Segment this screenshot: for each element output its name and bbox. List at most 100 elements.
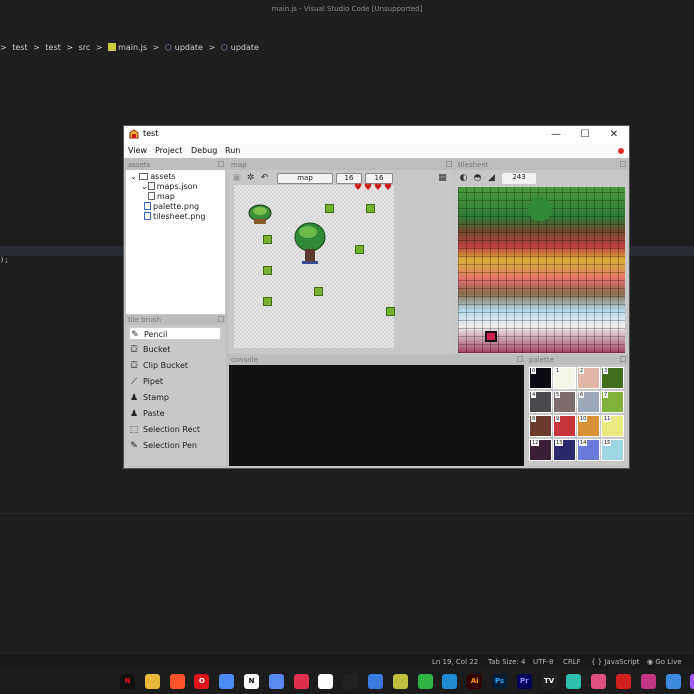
undo-icon[interactable]: ↶: [259, 173, 270, 184]
disc-icon[interactable]: [293, 674, 309, 689]
go-live-button[interactable]: ◉ Go Live: [647, 658, 682, 666]
palette-index-label: 9: [555, 416, 561, 422]
palette-swatch[interactable]: 7: [601, 391, 624, 413]
minimize-button[interactable]: —: [544, 128, 568, 142]
brave-icon[interactable]: [169, 674, 185, 689]
netflix-icon[interactable]: N: [120, 674, 135, 689]
palette-index-label: 3: [603, 368, 609, 374]
panel-close-icon[interactable]: [218, 161, 224, 167]
breadcrumb-item[interactable]: test: [45, 43, 60, 52]
tv-icon[interactable]: TV: [541, 674, 557, 689]
tool-paste[interactable]: ♟ Paste: [129, 407, 221, 420]
instagram-icon[interactable]: [640, 674, 656, 689]
tree-tile: [294, 222, 326, 264]
breadcrumb-item[interactable]: main.js: [118, 43, 147, 52]
tree-item-maps-json[interactable]: ⌄ maps.json: [141, 182, 198, 191]
paint-icon[interactable]: [591, 674, 607, 689]
camera-icon[interactable]: [616, 674, 631, 689]
palette-swatch[interactable]: 0: [529, 367, 552, 389]
palette-swatch[interactable]: 12: [529, 439, 552, 461]
flip-vertical-icon[interactable]: ◓: [472, 173, 483, 184]
map-canvas[interactable]: ♥ ♥ ♥ ♥: [234, 184, 395, 348]
panel-close-icon[interactable]: [218, 316, 224, 322]
tool-selection-pen[interactable]: ✎ Selection Pen: [129, 439, 221, 452]
illustrator-icon[interactable]: Ai: [467, 674, 483, 689]
palette-swatch[interactable]: 14: [577, 439, 600, 461]
close-button[interactable]: ✕: [602, 128, 626, 142]
globe-icon[interactable]: [368, 674, 383, 689]
opera-icon[interactable]: O: [194, 674, 210, 689]
tilesheet-image[interactable]: [458, 187, 625, 353]
teal-app-icon[interactable]: [566, 674, 582, 689]
photos-icon[interactable]: [268, 674, 284, 689]
panel-close-icon[interactable]: [620, 161, 626, 167]
palette-swatch[interactable]: 1: [553, 367, 576, 389]
pencil-icon: ✎: [131, 330, 139, 340]
menu-view[interactable]: View: [128, 146, 147, 155]
game-icon[interactable]: [417, 674, 433, 689]
flip-horizontal-icon[interactable]: ◐: [458, 173, 469, 184]
tool-pencil[interactable]: ✎ Pencil: [129, 327, 221, 340]
inkscape-icon[interactable]: [392, 674, 408, 689]
menu-run[interactable]: Run: [225, 146, 240, 155]
save-icon[interactable]: ▣: [231, 173, 242, 184]
tool-stamp[interactable]: ♟ Stamp: [129, 391, 221, 404]
maximize-button[interactable]: ☐: [573, 128, 597, 142]
tree-item-tilesheet-png[interactable]: tilesheet.png: [144, 212, 206, 221]
tab-size[interactable]: Tab Size: 4: [488, 658, 525, 666]
tile-index-field[interactable]: 243: [502, 173, 536, 184]
breadcrumb-item[interactable]: src: [79, 43, 91, 52]
tilesheet-panel-title: tilesheet: [458, 161, 489, 169]
rotate-icon[interactable]: ◢: [486, 173, 497, 184]
unity-icon[interactable]: [343, 674, 359, 689]
encoding[interactable]: UTF-8: [533, 658, 553, 666]
settings-icon[interactable]: ✲: [245, 173, 256, 184]
palette-swatch[interactable]: 11: [601, 415, 624, 437]
map-name-field[interactable]: map: [277, 173, 333, 184]
vscode-icon[interactable]: [442, 674, 458, 689]
code-fragment[interactable]: );: [0, 256, 8, 264]
chrome-icon[interactable]: [219, 674, 235, 689]
palette-swatch[interactable]: 3: [601, 367, 624, 389]
palette-swatch[interactable]: 15: [601, 439, 624, 461]
figma-icon[interactable]: [690, 674, 694, 689]
folder-icon: [139, 173, 149, 180]
palette-swatch[interactable]: 10: [577, 415, 600, 437]
palette-swatch[interactable]: 9: [553, 415, 576, 437]
palette-swatch[interactable]: 2: [577, 367, 600, 389]
palette-swatch[interactable]: 4: [529, 391, 552, 413]
breadcrumb-item[interactable]: update: [175, 43, 203, 52]
breadcrumb-item[interactable]: test: [12, 43, 27, 52]
console-output[interactable]: [229, 365, 524, 466]
grid-toggle-icon[interactable]: ▦: [437, 173, 448, 184]
tool-clip-bucket[interactable]: ⛋ Clip Bucket: [129, 359, 221, 372]
breadcrumb-item[interactable]: update: [231, 43, 259, 52]
eol[interactable]: CRLF: [563, 658, 581, 666]
tool-selection-rect[interactable]: ⬚ Selection Rect: [129, 423, 221, 436]
palette-swatch[interactable]: 13: [553, 439, 576, 461]
panel-close-icon[interactable]: [446, 161, 452, 167]
tree-item-palette-png[interactable]: palette.png: [144, 202, 199, 211]
github-icon[interactable]: [318, 674, 334, 689]
palette-swatch[interactable]: 8: [529, 415, 552, 437]
menu-project[interactable]: Project: [155, 146, 182, 155]
panel-close-icon[interactable]: [517, 356, 523, 362]
window-title-bar[interactable]: test — ☐ ✕: [124, 126, 629, 144]
premiere-icon[interactable]: Pr: [516, 674, 532, 689]
tree-item-map[interactable]: map: [148, 192, 175, 201]
files-icon[interactable]: [144, 674, 160, 689]
panel-close-icon[interactable]: [620, 356, 626, 362]
collapse-chevron-icon[interactable]: ⌄: [141, 182, 148, 191]
notion-icon[interactable]: N: [244, 674, 259, 689]
language-mode[interactable]: { } JavaScript: [591, 658, 639, 666]
collapse-chevron-icon[interactable]: ⌄: [130, 172, 137, 181]
palette-swatch[interactable]: 6: [577, 391, 600, 413]
tool-pipet[interactable]: ⟋ Pipet: [129, 375, 221, 388]
store-icon[interactable]: [665, 674, 681, 689]
tool-bucket[interactable]: ⛋ Bucket: [129, 343, 221, 356]
palette-swatch[interactable]: 5: [553, 391, 576, 413]
menu-debug[interactable]: Debug: [191, 146, 217, 155]
cursor-position[interactable]: Ln 19, Col 22: [432, 658, 478, 666]
photoshop-icon[interactable]: Ps: [492, 674, 507, 689]
tree-item-assets[interactable]: ⌄ assets: [130, 172, 176, 181]
